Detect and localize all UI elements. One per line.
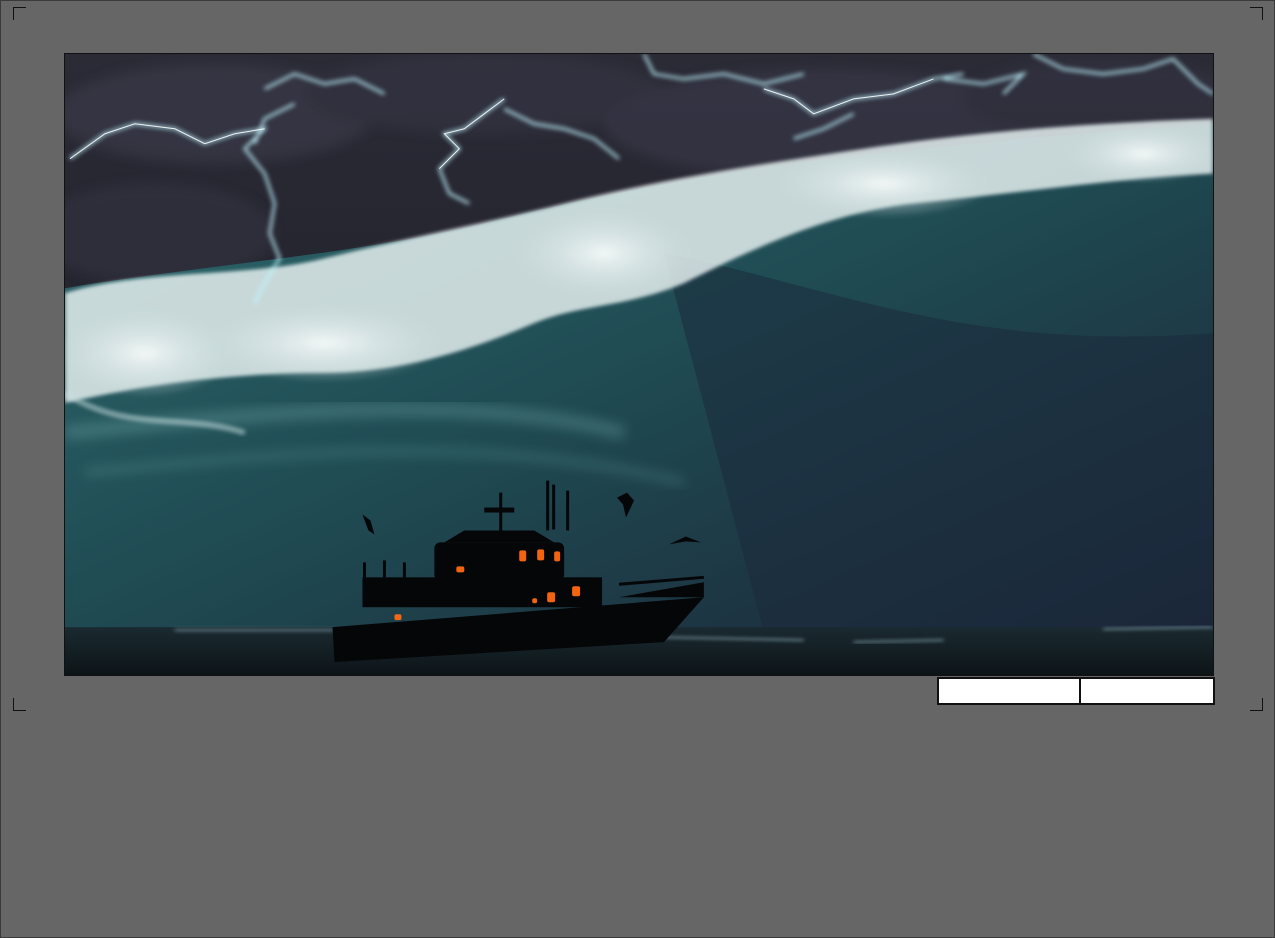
storm-wave-artwork[interactable] <box>64 53 1214 676</box>
crop-mark-bottom-left <box>13 698 26 711</box>
caption-box-left[interactable] <box>937 677 1081 705</box>
crop-mark-top-left <box>13 7 26 20</box>
crop-mark-bottom-right <box>1250 698 1263 711</box>
crop-mark-top-right <box>1250 7 1263 20</box>
caption-box-right[interactable] <box>1079 677 1215 705</box>
storm-wave-illustration <box>65 54 1213 675</box>
